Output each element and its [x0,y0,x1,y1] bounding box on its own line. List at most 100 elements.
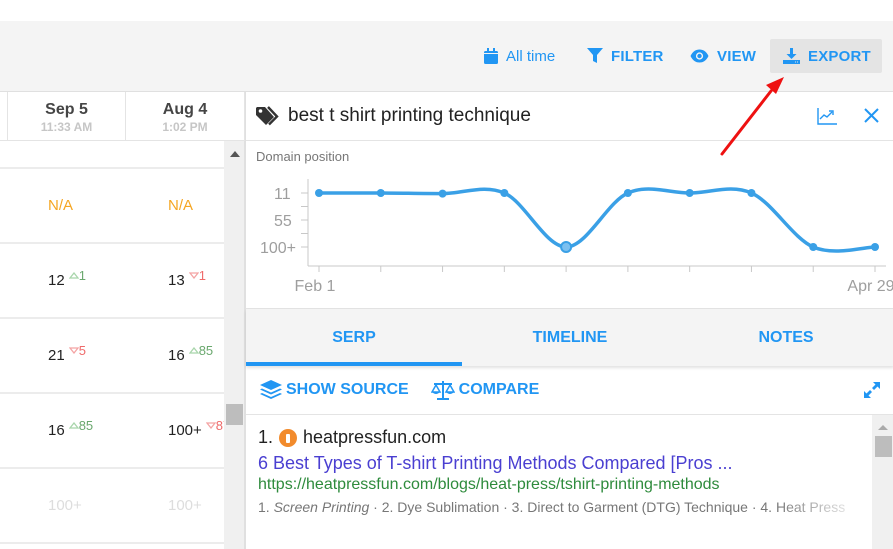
serp-result-header: 1. heatpressfun.com [258,427,872,448]
data-point [438,189,447,198]
line-chart: 11 55 100+ Feb 1 Apr 29 [260,179,893,295]
tab-serp[interactable]: SERP [246,309,462,366]
triangle-up-icon [68,272,79,279]
rank-cell: 21 5 [48,319,86,392]
table-row[interactable]: 1685100+87 [0,394,230,469]
keyword-header: best t shirt printing technique [246,92,893,141]
calendar-icon [484,48,498,64]
tab-label: NOTES [758,328,814,346]
data-point [500,189,509,197]
serp-title-link[interactable]: 6 Best Types of T-shirt Printing Methods… [258,453,872,474]
show-source-button[interactable]: SHOW SOURCE [260,380,409,400]
scrollbar-thumb[interactable] [226,404,243,425]
top-strip [0,0,893,21]
data-point [809,243,818,251]
export-label: EXPORT [808,47,871,65]
table-row[interactable]: 12 1 13 1 [0,244,224,319]
rank-down-change: 1 [188,268,206,283]
compare-button[interactable]: COMPARE [430,380,540,400]
keyword-title: best t shirt printing technique [288,105,531,126]
rank-value: 16 [168,347,185,364]
toolbar: All time FILTER VIEW EXPORT [0,21,893,92]
rank-down-change: 5 [68,343,86,358]
layers-icon [260,380,282,399]
rank-value: 21 [48,347,65,364]
table-row[interactable]: 21 5 16 85 [0,319,224,394]
scroll-up-arrow-icon[interactable] [878,425,888,430]
view-button[interactable]: VIEW [690,39,756,73]
filter-icon [587,48,603,63]
table-row[interactable]: 100+ 100+ [0,469,224,544]
triangle-up-icon [188,347,199,354]
rank-value: 12 [48,272,65,289]
table-row[interactable]: N/A N/A [0,169,224,244]
rank-cell: 13 1 [168,244,206,317]
x-tick-label-last: Apr 29 [847,278,893,295]
rank-cell: 16 85 [48,394,93,467]
export-button[interactable]: EXPORT [770,39,882,73]
serp-actions: SHOW SOURCE COMPARE [246,366,893,415]
tab-timeline[interactable]: TIMELINE [462,309,678,366]
filter-label: FILTER [611,47,664,65]
rank-value: N/A [48,197,74,214]
y-tick-label: 100+ [260,240,296,257]
site-favicon-icon [279,428,298,447]
rank-value: 100+ [168,497,202,514]
table-scrollbar[interactable] [224,141,245,549]
snippet-highlight: Screen Printing [273,499,370,515]
rank-cell: 12 1 [48,244,86,317]
change-value: 5 [78,343,86,358]
rank-cell: N/A [48,169,73,242]
tab-label: TIMELINE [532,328,608,346]
serp-url[interactable]: https://heatpressfun.com/blogs/heat-pres… [258,476,872,494]
rank-cell: 100+ [168,469,202,542]
date-range-label: All time [506,47,556,65]
data-point [560,241,573,253]
serp-domain: heatpressfun.com [303,427,447,447]
y-tick-label: 55 [274,213,292,230]
column-header-partial [0,92,8,141]
serp-scrollbar[interactable] [872,415,893,549]
download-icon [783,48,800,64]
rank-value: 16 [48,422,65,439]
scale-icon [430,380,455,400]
rank-cell: N/A [168,169,193,242]
column-time: 1:02 PM [162,120,208,134]
expand-icon[interactable] [863,381,881,404]
column-header-sep5[interactable]: Sep 5 11:33 AM [8,92,126,141]
trend-chart-icon[interactable] [817,107,837,130]
snippet-prefix: 1. [258,499,274,515]
column-date: Sep 5 [45,101,88,118]
view-label: VIEW [717,47,757,65]
rank-value: 100+ [48,497,82,514]
data-point [747,189,756,197]
data-point [623,189,632,197]
data-point [871,243,879,251]
serp-result: 1. heatpressfun.com 6 Best Types of T-sh… [246,415,872,549]
tab-notes[interactable]: NOTES [678,309,893,366]
change-value: 85 [78,418,94,433]
rank-value: 13 [168,272,185,289]
scroll-up-arrow-icon[interactable] [230,151,240,157]
rank-value: 100+ [168,422,202,439]
date-range-button[interactable]: All time [484,39,555,73]
x-tick-label-first: Feb 1 [295,278,336,295]
triangle-up-icon [68,422,79,429]
compare-label: COMPARE [458,381,540,398]
snippet-rest: · 2. Dye Sublimation · 3. Direct to Garm… [369,499,846,515]
table-row-spacer [0,141,224,169]
y-tick-label: 11 [274,186,291,203]
triangle-down-icon [205,422,216,429]
change-value: 1 [78,268,86,283]
filter-button[interactable]: FILTER [587,39,664,73]
close-icon[interactable] [864,108,879,128]
rank-cell: 16 85 [168,319,213,392]
series-line [317,187,877,253]
column-header-aug4[interactable]: Aug 4 1:02 PM [126,92,245,141]
change-value: 1 [198,268,206,283]
triangle-down-icon [68,347,79,354]
data-point [685,189,694,197]
scrollbar-thumb[interactable] [875,436,892,457]
tag-icon [256,106,280,126]
rankings-table: Sep 5 11:33 AM Aug 4 1:02 PM N/A N/A 12 1 13… [0,92,245,549]
